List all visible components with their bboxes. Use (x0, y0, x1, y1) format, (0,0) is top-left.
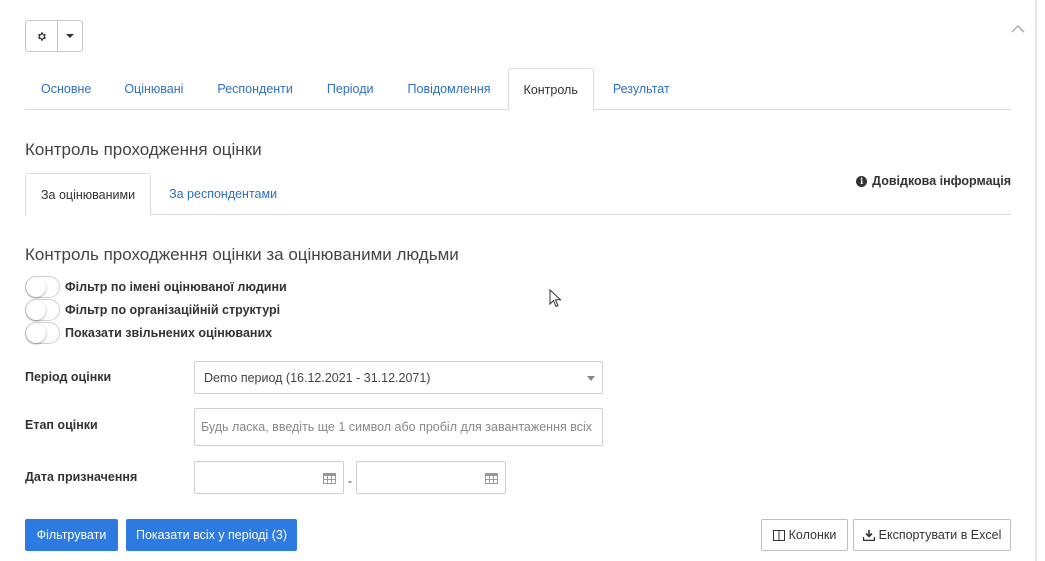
columns-icon (772, 529, 785, 541)
scrollbar[interactable] (1035, 0, 1037, 561)
caret-down-icon (66, 34, 74, 38)
tab-control[interactable]: Контроль (507, 68, 594, 111)
toggle-row-org-filter: Фільтр по організаційній структурі (25, 299, 280, 321)
show-dismissed-label: Показати звільнених оцінюваних (65, 326, 273, 340)
export-excel-button[interactable]: Експортувати в Excel (853, 519, 1011, 551)
tab-notifications[interactable]: Повідомлення (391, 68, 508, 110)
section-title: Контроль проходження оцінки (25, 140, 262, 159)
download-icon (862, 529, 875, 541)
select-arrow-icon (587, 376, 595, 381)
settings-dropdown-button[interactable] (58, 20, 83, 52)
toggle-row-dismissed: Показати звільнених оцінюваних (25, 322, 272, 344)
settings-button[interactable] (25, 20, 58, 52)
date-range-separator: - (348, 474, 352, 488)
columns-button[interactable]: Колонки (761, 519, 848, 551)
tab-general[interactable]: Основне (25, 68, 107, 110)
toggle-row-name-filter: Фільтр по імені оцінюваної людини (25, 276, 287, 298)
period-select[interactable]: Demo период (16.12.2021 - 31.12.2071) (194, 361, 603, 394)
name-filter-toggle[interactable] (25, 276, 60, 298)
period-select-value: Demo период (16.12.2021 - 31.12.2071) (204, 370, 431, 385)
filter-button[interactable]: Фільтрувати (25, 519, 118, 551)
date-from-input[interactable] (194, 461, 344, 494)
org-structure-filter-label: Фільтр по організаційній структурі (65, 303, 281, 317)
calendar-icon[interactable] (323, 472, 336, 484)
org-structure-filter-toggle[interactable] (25, 299, 60, 321)
info-icon: i (856, 175, 868, 187)
chevron-up-icon[interactable] (1011, 22, 1025, 36)
main-tabs: Основне Оцінювані Респонденти Періоди По… (25, 68, 1011, 111)
date-to-input[interactable] (356, 461, 506, 494)
toolbar (25, 20, 83, 52)
help-link-label: Довідкова інформація (872, 174, 1011, 188)
tab-evaluated[interactable]: Оцінювані (107, 68, 200, 110)
subtab-by-respondents[interactable]: За респондентами (151, 173, 295, 215)
period-label: Період оцінки (25, 370, 112, 384)
subtab-by-evaluated[interactable]: За оцінюваними (25, 173, 152, 216)
show-all-button[interactable]: Показати всіх у періоді (3) (126, 519, 297, 551)
calendar-icon[interactable] (485, 472, 498, 484)
help-link[interactable]: i Довідкова інформація (856, 174, 1011, 188)
mouse-cursor-icon (549, 289, 562, 308)
stage-input[interactable] (194, 408, 603, 446)
tab-respondents[interactable]: Респонденти (200, 68, 309, 110)
subsection-title: Контроль проходження оцінки за оцінювани… (25, 245, 459, 264)
tab-periods[interactable]: Періоди (310, 68, 391, 110)
show-dismissed-toggle[interactable] (25, 322, 60, 344)
gear-icon (38, 31, 46, 41)
export-excel-button-label: Експортувати в Excel (878, 528, 1002, 542)
assignment-date-label: Дата призначення (25, 470, 138, 484)
tab-results[interactable]: Результат (594, 68, 689, 110)
name-filter-label: Фільтр по імені оцінюваної людини (65, 280, 287, 294)
stage-label: Етап оцінки (25, 418, 98, 432)
columns-button-label: Колонки (788, 528, 837, 542)
